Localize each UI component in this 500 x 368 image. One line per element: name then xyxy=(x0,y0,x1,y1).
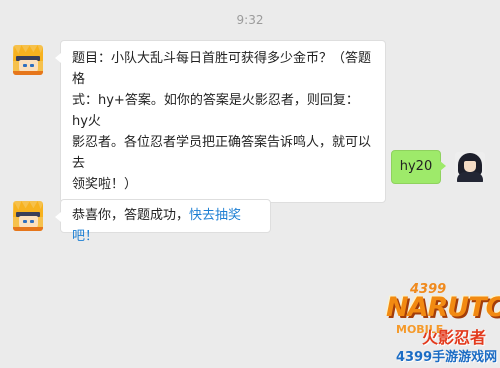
message-timestamp: 9:32 xyxy=(236,13,264,27)
question-message-bubble[interactable]: 题目：小队大乱斗每日首胜可获得多少金币？（答题格 式：hy+答案。如你的答案是火… xyxy=(55,40,386,203)
message-line: 领奖啦！） xyxy=(72,177,138,192)
naruto-avatar[interactable] xyxy=(13,45,43,75)
watermark-chinese-title: 火影忍者 xyxy=(422,328,487,347)
answer-message-bubble[interactable]: hy20 xyxy=(391,150,446,184)
message-line: 题目：小队大乱斗每日首胜可获得多少金币？（答题格 xyxy=(72,51,372,87)
message-line: 式：hy+答案。如你的答案是火影忍者，则回复：hy火 xyxy=(72,93,359,129)
user-avatar[interactable] xyxy=(455,152,485,182)
naruto-avatar[interactable] xyxy=(13,201,43,231)
message-text: hy20 xyxy=(399,159,433,174)
success-message-bubble[interactable]: 恭喜你，答题成功，快去抽奖吧！ xyxy=(55,199,271,244)
message-line: 影忍者。各位忍者学员把正确答案告诉鸣人，就可以去 xyxy=(72,135,372,171)
naruto-mobile-watermark: 4399 NARUTO MOBILE 火影忍者 4399手游游戏网 xyxy=(382,280,500,368)
watermark-logo: NARUTO xyxy=(386,292,500,323)
message-text: 恭喜你，答题成功， xyxy=(72,208,190,223)
watermark-site: 4399手游游戏网 xyxy=(396,350,498,365)
